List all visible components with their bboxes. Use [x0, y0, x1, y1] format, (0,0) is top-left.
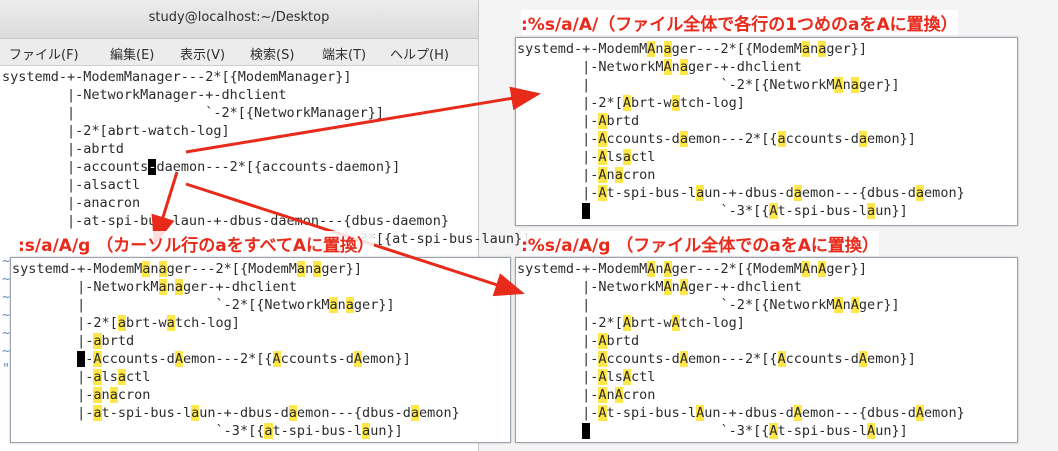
arrow-to-top-right	[185, 86, 541, 154]
label-bottom-left: :s/a/A/g （カーソル行のaをすべてAに置換）	[18, 231, 375, 256]
label-bottom-right: :%s/a/A/g （ファイル全体でのaをAに置換）	[521, 231, 879, 256]
label-top-right: :%s/a/A/（ファイル全体で各行の1つめのaをAに置換）	[521, 10, 958, 35]
arrows	[151, 86, 541, 297]
